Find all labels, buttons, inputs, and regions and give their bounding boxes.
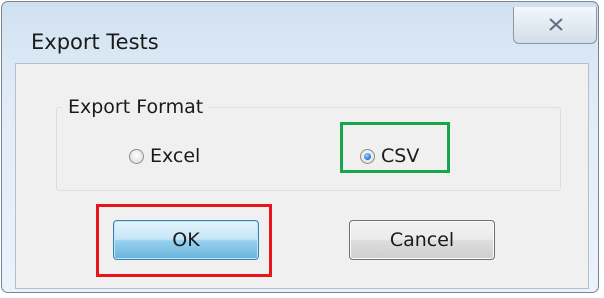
dialog-title: Export Tests — [31, 30, 159, 54]
csv-highlight-box — [340, 122, 450, 173]
radio-excel[interactable]: Excel — [129, 145, 200, 167]
close-button[interactable] — [513, 7, 597, 44]
export-tests-dialog: Export Tests — [1, 1, 599, 293]
cancel-button[interactable]: Cancel — [349, 220, 495, 260]
ok-highlight-box — [96, 204, 272, 277]
close-icon — [549, 18, 563, 31]
radio-excel-circle[interactable] — [129, 148, 144, 164]
radio-excel-label: Excel — [150, 145, 201, 167]
export-format-legend: Export Format — [62, 96, 210, 119]
